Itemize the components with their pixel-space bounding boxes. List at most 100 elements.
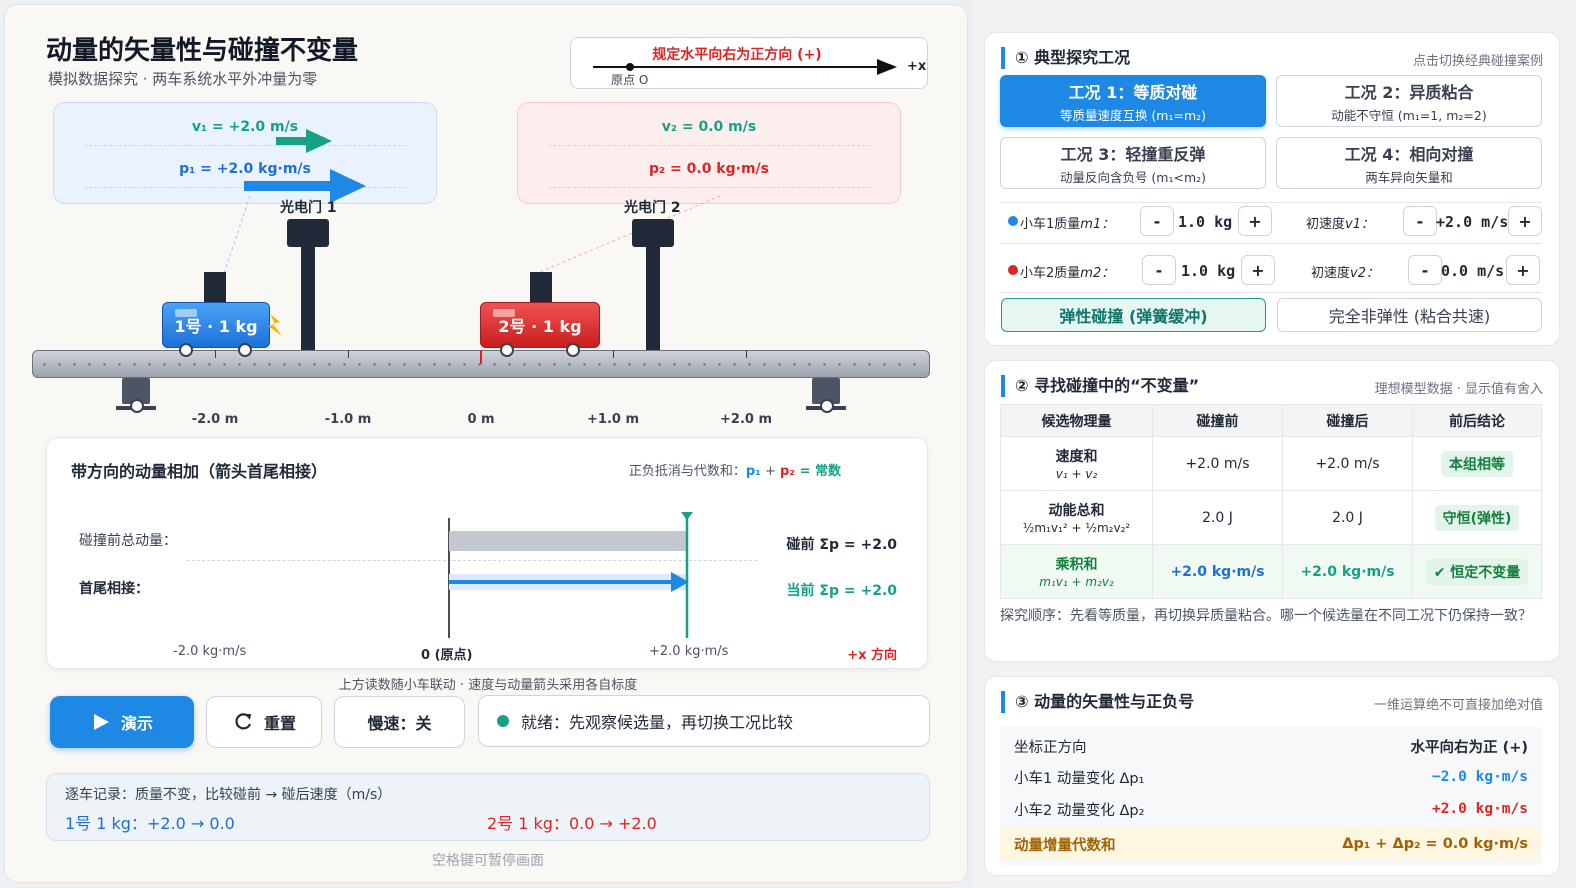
table-row: 动能总和 ½m₁v₁² + ½m₂v₂² 2.0 J 2.0 J 守恒(弹性) xyxy=(1000,490,1542,545)
m2-increment[interactable]: + xyxy=(1241,255,1275,285)
mode-inelastic-button[interactable]: 完全非弹性 (粘合共速) xyxy=(1277,298,1542,332)
cart2-flag xyxy=(530,272,552,304)
cart1-velocity: v₁ = +2.0 m/s xyxy=(191,119,299,135)
reset-button[interactable]: 重置 xyxy=(206,696,322,748)
sum-marker-icon xyxy=(681,512,693,520)
v1-decrement[interactable]: - xyxy=(1403,206,1437,236)
wheel xyxy=(566,343,580,357)
reset-icon xyxy=(235,713,252,730)
tick-label: +2.0 m xyxy=(720,412,772,427)
origin-marker xyxy=(480,350,482,364)
vector-row: 小车2 动量变化 Δp₂ +2.0 kg·m/s xyxy=(1014,801,1528,819)
section1-hint: 点击切换经典碰撞案例 xyxy=(1412,54,1543,69)
vector-sum-row: 动量增量代数和 Δp₁ + Δp₂ = 0.0 kg·m/s xyxy=(1000,828,1542,860)
log-cart2: 2号 1 kg：0.0 → +2.0 xyxy=(487,814,657,833)
status-text: 就绪：先观察候选量，再切换工况比较 xyxy=(521,713,794,732)
axis-arrow-icon xyxy=(877,59,897,75)
case-1-button[interactable]: 工况 1：等质对碰 等质量速度互换 (m₁=m₂) xyxy=(1000,75,1266,127)
table-row: 乘积和 m₁v₁ + m₂v₂ +2.0 kg·m/s +2.0 kg·m/s ✔ 恒定… xyxy=(1000,544,1542,599)
cart1-color-dot xyxy=(1008,216,1018,226)
before-total-bar xyxy=(449,531,687,551)
v1-value: +2.0 m/s xyxy=(1436,213,1509,231)
wheel xyxy=(238,343,252,357)
gate1-label: 光电门 1 xyxy=(280,200,337,216)
invariant-table: 候选物理量 碰撞前 碰撞后 前后结论 速度和 v₁ + v₂ +2.0 m/s +2.0 m… xyxy=(1000,404,1542,599)
m1-label: 小车1质量m1： xyxy=(1020,217,1115,232)
v1-label: 初速度v1： xyxy=(1306,217,1374,232)
axis-label: +x xyxy=(907,59,927,74)
v2-increment[interactable]: + xyxy=(1506,255,1540,285)
cart1[interactable]: 1号 · 1 kg xyxy=(162,302,270,348)
case-4-button[interactable]: 工况 4：相向对撞 两车异向矢量和 xyxy=(1276,137,1542,189)
cart2[interactable]: 2号 · 1 kg xyxy=(480,302,600,348)
momentum-sum-card: 带方向的动量相加（箭头首尾相接） 正负抵消与代数和：p₁ + p₂ = 常数 碰… xyxy=(46,437,928,669)
cart1-readout: v₁ = +2.0 m/s p₁ = +2.0 kg·m/s xyxy=(53,102,437,204)
vector-row: 坐标正方向 水平向右为正 (+) xyxy=(1014,739,1528,756)
tick-label: +1.0 m xyxy=(587,412,639,427)
axis-line xyxy=(593,66,881,68)
page-title: 动量的矢量性与碰撞不变量 xyxy=(46,36,359,66)
tick-label: -1.0 m xyxy=(324,412,372,427)
verdict-badge: 本组相等 xyxy=(1441,450,1513,477)
current-total: 当前 Σp = +2.0 xyxy=(786,583,897,599)
m2-decrement[interactable]: - xyxy=(1142,255,1176,285)
momentum-sum-chart xyxy=(448,512,693,638)
axis-right-label: +2.0 kg·m/s xyxy=(649,644,729,659)
case-3-button[interactable]: 工况 3：轻撞重反弹 动量反向含负号 (m₁<m₂) xyxy=(1000,137,1266,189)
section1-title: ① 典型探究工况 xyxy=(1001,47,1130,69)
cart-log: 逐车记录：质量不变，比较碰前 → 碰后速度（m/s） 1号 1 kg：+2.0 … xyxy=(46,773,930,841)
m2-value: 1.0 kg xyxy=(1181,262,1236,280)
table-row: 速度和 v₁ + v₂ +2.0 m/s +2.0 m/s 本组相等 xyxy=(1000,436,1542,491)
link-note: 上方读数随小车联动 · 速度与动量箭头采用各自标度 xyxy=(338,678,638,693)
wheel xyxy=(179,343,193,357)
log-cart1: 1号 1 kg：+2.0 → 0.0 xyxy=(65,814,235,833)
case-2-button[interactable]: 工况 2：异质粘合 动能不守恒 (m₁=1, m₂=2) xyxy=(1276,75,1542,127)
origin-dot xyxy=(626,63,634,71)
m2-label: 小车2质量m2： xyxy=(1020,266,1115,281)
play-button[interactable]: 演示 xyxy=(50,696,194,748)
gate2-post xyxy=(646,219,660,353)
section3-title: ③ 动量的矢量性与正负号 xyxy=(1001,691,1194,713)
verdict-badge: ✔ 恒定不变量 xyxy=(1425,558,1529,585)
v2-label: 初速度v2： xyxy=(1311,266,1379,281)
gate1-post xyxy=(301,219,315,353)
spring-bumper-icon xyxy=(268,314,282,336)
velocity-arrow-icon xyxy=(276,129,332,153)
section3-hint: 一维运算绝不可直接加绝对值 xyxy=(1373,698,1543,713)
axis-direction-label: +x 方向 xyxy=(847,648,897,663)
cart2-velocity: v₂ = 0.0 m/s xyxy=(661,119,757,135)
direction-legend: 规定水平向右为正方向 (+) 原点 O +x xyxy=(570,37,928,89)
mode-elastic-button[interactable]: 弹性碰撞 (弹簧缓冲) xyxy=(1001,298,1266,332)
wheel xyxy=(500,343,514,357)
origin-label: 原点 O xyxy=(611,73,649,87)
cart2-readout: v₂ = 0.0 m/s p₂ = 0.0 kg·m/s xyxy=(517,102,901,204)
before-total: 碰前 Σp = +2.0 xyxy=(786,537,897,553)
tick-label: -2.0 m xyxy=(191,412,239,427)
status-bar: 就绪：先观察候选量，再切换工况比较 xyxy=(478,695,930,747)
status-dot xyxy=(497,715,509,727)
cart2-color-dot xyxy=(1008,265,1018,275)
log-title: 逐车记录：质量不变，比较碰前 → 碰后速度（m/s） xyxy=(65,787,392,803)
v1-increment[interactable]: + xyxy=(1508,206,1542,236)
v2-value: 0.0 m/s xyxy=(1441,262,1505,280)
footer-hint: 空格键可暂停画面 xyxy=(432,853,544,869)
cart1-flag xyxy=(204,272,226,304)
section2-title: ② 寻找碰撞中的“不变量” xyxy=(1001,375,1199,397)
m1-decrement[interactable]: - xyxy=(1140,206,1174,236)
m1-increment[interactable]: + xyxy=(1238,206,1272,236)
section2-hint: 理想模型数据 · 显示值有舍入 xyxy=(1374,382,1543,397)
v2-decrement[interactable]: - xyxy=(1408,255,1442,285)
m1-value: 1.0 kg xyxy=(1178,213,1233,231)
page-subtitle: 模拟数据探究 · 两车系统水平外冲量为零 xyxy=(48,70,318,88)
axis-left-label: -2.0 kg·m/s xyxy=(173,644,247,659)
vector-row: 小车1 动量变化 Δp₁ −2.0 kg·m/s xyxy=(1014,769,1528,787)
axis-zero-label: 0 (原点) xyxy=(421,648,473,663)
verdict-badge: 守恒(弹性) xyxy=(1434,504,1520,531)
gate2-label: 光电门 2 xyxy=(624,200,681,216)
section2-note: 探究顺序：先看等质量，再切换异质量粘合。哪一个候选量在不同工况下仍保持一致？ xyxy=(1000,608,1532,624)
direction-label: 规定水平向右为正方向 (+) xyxy=(652,47,822,63)
play-icon xyxy=(93,714,109,730)
slow-toggle[interactable]: 慢速：关 xyxy=(334,696,465,748)
cart2-momentum: p₂ = 0.0 kg·m/s xyxy=(649,161,769,177)
tick-label: 0 m xyxy=(467,412,495,427)
